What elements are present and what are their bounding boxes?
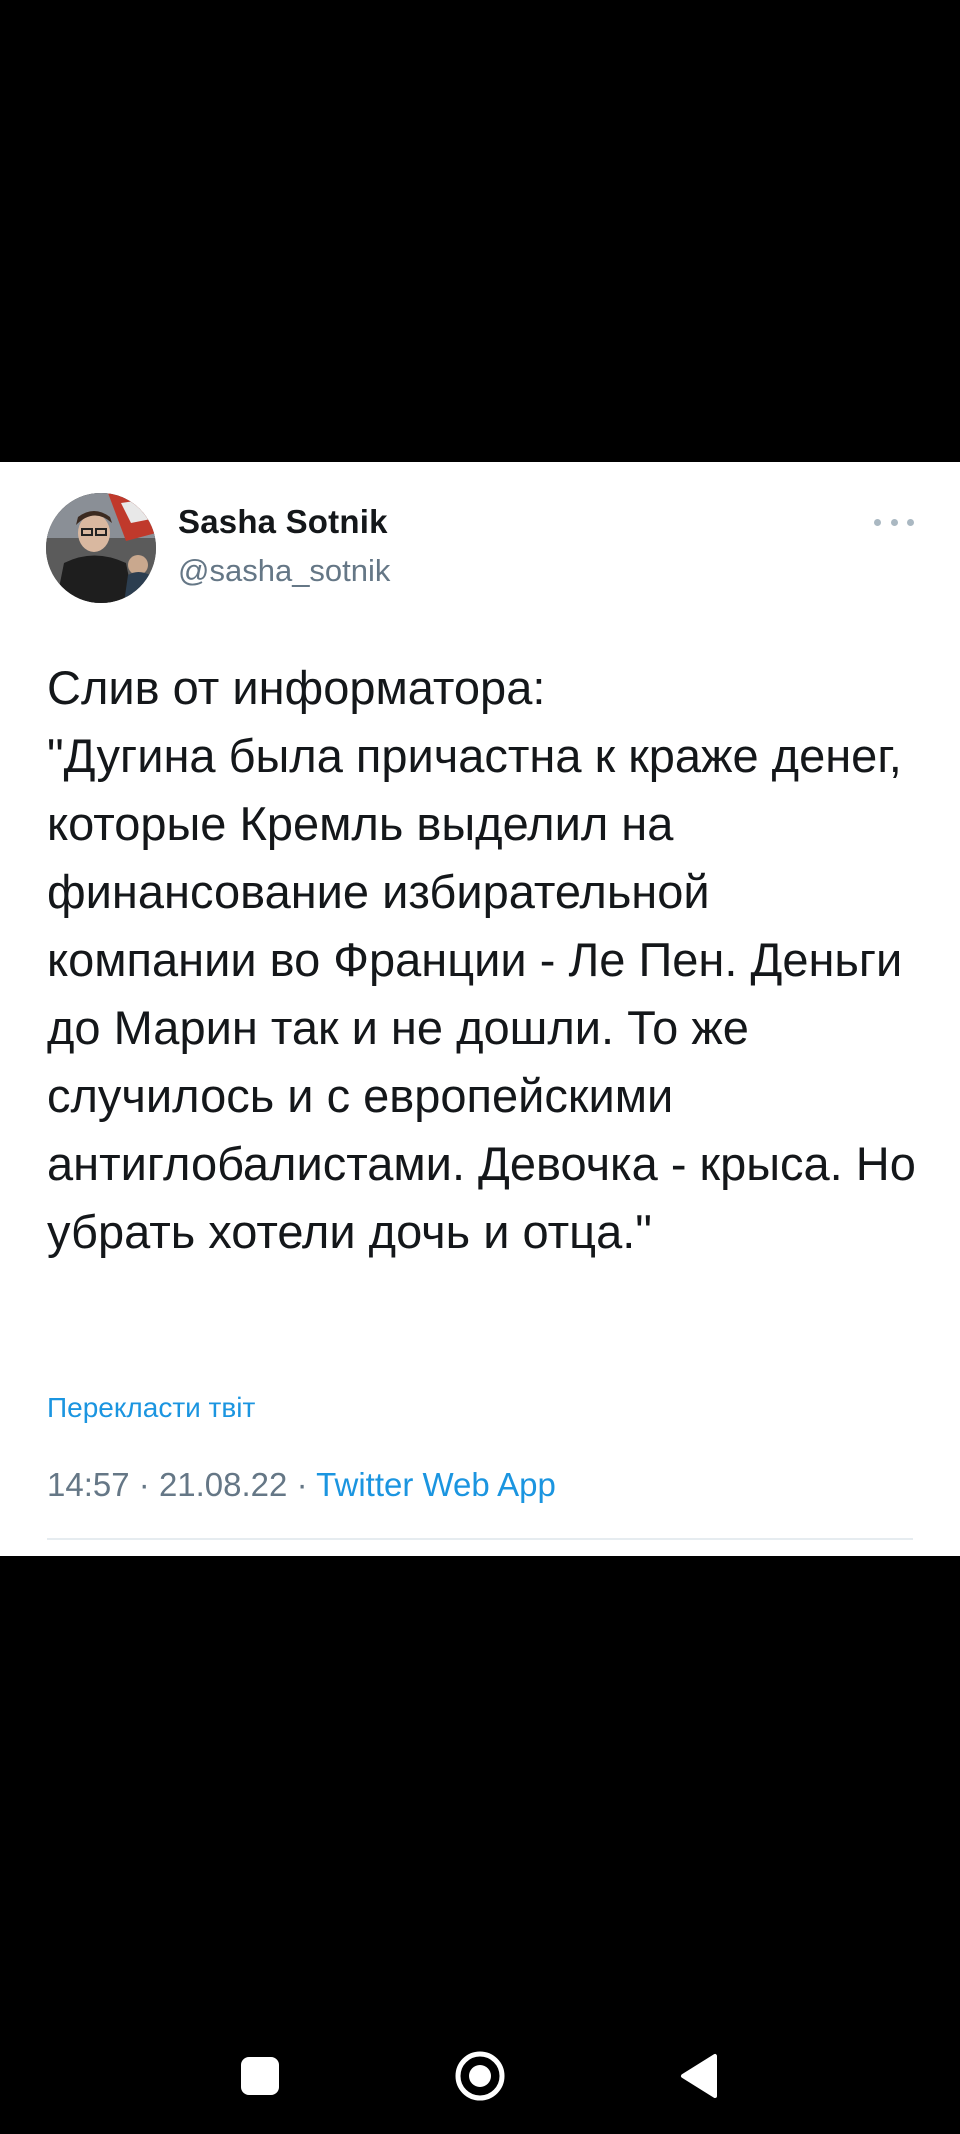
author-display-name[interactable]: Sasha Sotnik — [178, 503, 388, 541]
bottom-black-area — [0, 1556, 960, 2134]
back-button[interactable] — [679, 2052, 719, 2100]
tweet-time: 14:57 — [47, 1466, 130, 1503]
more-horizontal-icon-dot — [890, 518, 898, 526]
divider — [47, 1538, 913, 1540]
avatar-image — [46, 493, 156, 603]
tweet-meta: 14:57 · 21.08.22 · Twitter Web App — [47, 1466, 556, 1504]
more-horizontal-icon — [874, 518, 881, 526]
more-options-button[interactable] — [874, 508, 914, 536]
more-horizontal-icon-dot — [907, 518, 914, 526]
author-handle[interactable]: @sasha_sotnik — [178, 553, 390, 589]
tweet-date: 21.08.22 — [158, 1466, 288, 1503]
recents-square-icon[interactable] — [241, 2057, 279, 2095]
tweet-text: Слив от информатора: "Дугина была причас… — [47, 661, 916, 1258]
back-triangle-icon — [681, 2054, 717, 2098]
meta-separator: · — [296, 1466, 308, 1503]
home-button[interactable] — [454, 2050, 506, 2102]
translate-tweet-link[interactable]: Перекласти твіт — [47, 1392, 255, 1424]
top-black-area — [0, 0, 960, 462]
home-circle-icon — [455, 2051, 505, 2101]
tweet-source-link[interactable]: Twitter Web App — [316, 1466, 556, 1503]
avatar[interactable] — [46, 493, 156, 603]
meta-separator: · — [138, 1466, 150, 1503]
